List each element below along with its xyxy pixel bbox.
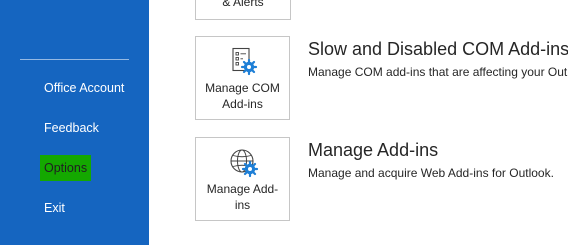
sidebar-item-exit[interactable]: Exit: [36, 195, 73, 221]
globe-gear-icon: [229, 148, 259, 178]
sidebar-item-office-account[interactable]: Office Account: [36, 75, 132, 101]
sidebar-item-options[interactable]: Options: [40, 155, 92, 181]
document-gear-icon: [229, 47, 259, 77]
manage-com-addins-label: Manage COM Add-ins: [198, 80, 287, 112]
com-addins-description: Manage COM add-ins that are affecting yo…: [308, 65, 568, 79]
web-addins-title: Manage Add-ins: [308, 140, 439, 160]
manage-web-addins-label-line1: Manage Add-: [206, 182, 279, 196]
alerts-tile-label: & Alerts: [222, 0, 264, 9]
sidebar-item-feedback[interactable]: Feedback: [36, 115, 107, 141]
manage-web-addins-button[interactable]: Manage Add- ins: [195, 137, 290, 221]
manage-web-addins-label-line2: ins: [234, 198, 251, 212]
backstage-main-panel: & Alerts Manage COM Add-ins Slow and Dis…: [149, 0, 568, 245]
backstage-sidebar: Office Account Feedback Options Exit: [0, 0, 149, 245]
sidebar-divider: [20, 59, 129, 60]
com-addins-title: Slow and Disabled COM Add-ins: [308, 39, 568, 59]
manage-com-addins-label-line1: Manage COM: [205, 81, 280, 95]
manage-com-addins-button[interactable]: Manage COM Add-ins: [195, 36, 290, 120]
manage-com-addins-label-line2: Add-ins: [222, 97, 263, 111]
manage-web-addins-label: Manage Add- ins: [198, 181, 287, 213]
web-addins-description: Manage and acquire Web Add-ins for Outlo…: [308, 166, 554, 180]
alerts-tile[interactable]: & Alerts: [195, 0, 291, 20]
